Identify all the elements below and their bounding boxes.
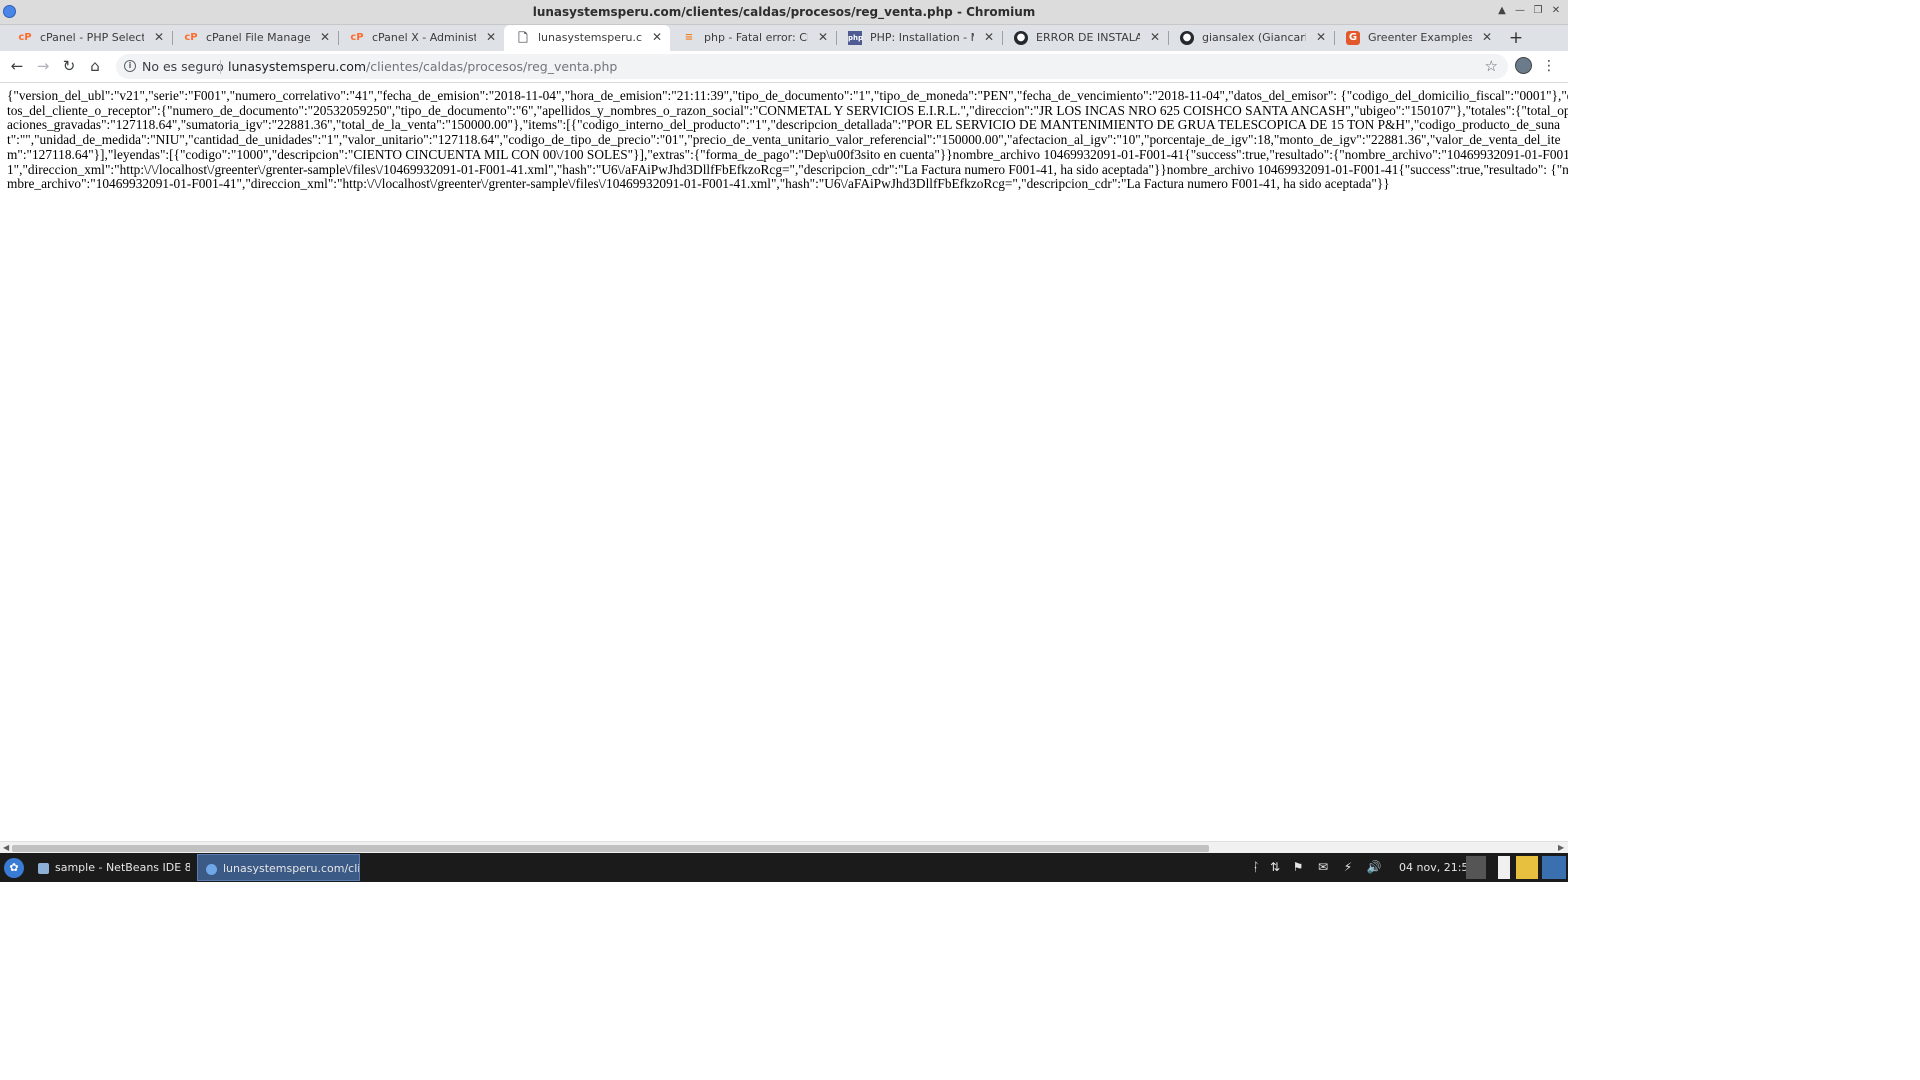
reload-icon[interactable]: ↻ [58, 55, 80, 77]
php-icon: php [848, 31, 863, 45]
cpanel-icon: cP [18, 32, 32, 43]
page-icon: 🗋 [518, 31, 528, 45]
tab-error-de-instalacion[interactable]: ● ERROR DE INSTALACION ✕ [1002, 25, 1168, 51]
tab-close-icon[interactable]: ✕ [984, 30, 994, 44]
tab-title: cPanel File Manager v3 [206, 31, 310, 44]
taskbar-item-netbeans[interactable]: sample - NetBeans IDE 8.2 [30, 854, 190, 881]
bookmark-star-icon[interactable]: ☆ [1485, 57, 1498, 75]
tab-title: ERROR DE INSTALACION [1036, 31, 1140, 44]
os-taskbar: ✿ sample - NetBeans IDE 8.2 lunasystemsp… [0, 853, 1568, 882]
window-titlebar: lunasystemsperu.com/clientes/caldas/proc… [0, 0, 1568, 25]
tab-giansalex[interactable]: ● giansalex (Giancarlos Sa ✕ [1168, 25, 1334, 51]
tab-close-icon[interactable]: ✕ [486, 30, 496, 44]
tab-close-icon[interactable]: ✕ [320, 30, 330, 44]
taskbar-item-label: sample - NetBeans IDE 8.2 [55, 861, 190, 874]
tab-cpanel-file-manager[interactable]: cP cPanel File Manager v3 ✕ [172, 25, 338, 51]
security-label[interactable]: No es seguro [142, 59, 224, 74]
omnibox-separator [220, 60, 221, 74]
volume-icon[interactable]: 🔊 [1366, 859, 1382, 875]
tab-cpanel-php-selector[interactable]: cP cPanel - PHP Selector | e ✕ [6, 25, 172, 51]
tab-close-icon[interactable]: ✕ [1150, 30, 1160, 44]
tab-title: giansalex (Giancarlos Sa [1202, 31, 1306, 44]
show-desktop-icon[interactable] [1542, 856, 1566, 879]
window-title: lunasystemsperu.com/clientes/caldas/proc… [532, 5, 1036, 19]
new-tab-button[interactable]: + [1506, 28, 1526, 48]
minimize-icon[interactable]: — [1512, 3, 1528, 19]
tab-title: lunasystemsperu.com/cl [538, 31, 642, 44]
address-bar[interactable]: i No es seguro lunasystemsperu.com/clien… [116, 54, 1508, 79]
tab-close-icon[interactable]: ✕ [1482, 30, 1492, 44]
chromium-icon [206, 863, 217, 875]
tab-close-icon[interactable]: ✕ [154, 30, 164, 44]
stackoverflow-icon: ≡ [684, 32, 694, 43]
url-host: lunasystemsperu.com [228, 59, 367, 74]
camera-icon[interactable] [1466, 856, 1486, 879]
taskbar-item-chromium[interactable]: lunasystemsperu.com/client... [197, 854, 360, 881]
scrollbar-thumb[interactable] [12, 845, 1209, 852]
network-icon[interactable]: ⇅ [1267, 859, 1283, 875]
close-icon[interactable]: ✕ [1548, 3, 1564, 19]
tab-close-icon[interactable]: ✕ [1316, 30, 1326, 44]
url-path: /clientes/caldas/procesos/reg_venta.php [366, 59, 618, 74]
github-icon: ● [1014, 31, 1028, 45]
tab-title: PHP: Installation - Manua [870, 31, 974, 44]
window-controls: ▲ — ❐ ✕ [1494, 3, 1564, 19]
url-text[interactable]: lunasystemsperu.com/clientes/caldas/proc… [228, 59, 617, 74]
profile-avatar[interactable] [1515, 57, 1532, 74]
cpanel-icon: cP [350, 32, 364, 43]
cpanel-icon: cP [184, 32, 198, 43]
tab-title: php - Fatal error: Class 'Z [704, 31, 808, 44]
greenter-icon: G [1346, 31, 1360, 45]
github-icon: ● [1180, 31, 1194, 45]
up-arrow-icon[interactable]: ▲ [1494, 3, 1510, 19]
taskbar-item-label: lunasystemsperu.com/client... [223, 862, 360, 875]
tab-greenter-examples[interactable]: G Greenter Examples ✕ [1334, 25, 1500, 51]
tab-title: cPanel X - Administrador [372, 31, 476, 44]
tab-cpanel-administrador[interactable]: cP cPanel X - Administrador ✕ [338, 25, 504, 51]
mail-icon[interactable]: ✉ [1315, 859, 1331, 875]
tab-title: cPanel - PHP Selector | e [40, 31, 144, 44]
forward-arrow-icon[interactable]: → [32, 55, 54, 77]
back-arrow-icon[interactable]: ← [6, 55, 28, 77]
browser-toolbar: ← → ↻ ⌂ i No es seguro lunasystemsperu.c… [0, 51, 1568, 83]
json-response-text: {"version_del_ubl":"v21","serie":"F001",… [7, 88, 1568, 192]
scroll-left-arrow-icon[interactable]: ◀ [3, 843, 9, 852]
tab-close-icon[interactable]: ✕ [652, 30, 662, 44]
tab-php-installation[interactable]: php PHP: Installation - Manua ✕ [836, 25, 1002, 51]
scroll-right-arrow-icon[interactable]: ▶ [1558, 843, 1564, 852]
menu-kebab-icon[interactable]: ⋮ [1542, 56, 1556, 76]
maximize-icon[interactable]: ❐ [1530, 3, 1546, 19]
folder-icon[interactable] [1516, 856, 1538, 879]
taskbar-clock[interactable]: 04 nov, 21:58 [1399, 861, 1475, 874]
power-icon[interactable]: ⚡ [1340, 859, 1356, 875]
notification-bell-icon[interactable]: ⚑ [1290, 859, 1306, 875]
netbeans-icon [38, 862, 49, 874]
tab-lunasystemsperu[interactable]: 🗋 lunasystemsperu.com/cl ✕ [504, 25, 670, 51]
bluetooth-icon[interactable]: ᛛ [1248, 859, 1264, 875]
tab-php-fatal-error[interactable]: ≡ php - Fatal error: Class 'Z ✕ [670, 25, 836, 51]
start-menu-icon[interactable]: ✿ [4, 858, 24, 878]
tab-title: Greenter Examples [1368, 31, 1472, 44]
home-icon[interactable]: ⌂ [84, 55, 106, 77]
page-content: {"version_del_ubl":"v21","serie":"F001",… [0, 83, 1568, 841]
tab-strip: cP cPanel - PHP Selector | e ✕ cP cPanel… [0, 25, 1568, 51]
info-icon[interactable]: i [124, 60, 136, 72]
workspace-indicator[interactable] [1498, 856, 1510, 879]
tab-close-icon[interactable]: ✕ [818, 30, 828, 44]
